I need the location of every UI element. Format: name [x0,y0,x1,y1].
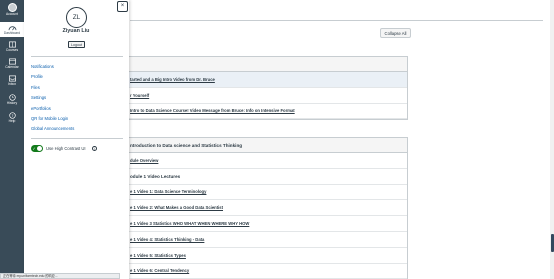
module-item[interactable]: e 1 Video 2: What Makes a Good Data Scie… [119,200,407,217]
tray-link-eportfolios[interactable]: ePortfolios [31,106,51,111]
tray-link-settings[interactable]: Settings [31,95,46,100]
module-item[interactable]: dule Overview [119,153,407,169]
inbox-icon [8,75,16,82]
nav-history-label: History [6,101,18,105]
nav-courses[interactable]: Courses [0,41,24,52]
module-item[interactable]: e 1 Video 4: Statistics Thinking - Data [119,232,407,248]
nav-calendar[interactable]: Calendar [0,58,24,69]
nav-calendar-label: Calendar [5,65,19,69]
nav-dashboard[interactable]: Dashboard [0,22,24,37]
user-circle-icon [7,3,17,12]
calendar-icon [8,58,16,65]
collapse-all-button[interactable]: Collapse All [380,28,411,38]
module-item[interactable]: e 1 Video 5: Statistics Types [119,248,407,264]
clock-icon [8,94,16,101]
global-nav: Account Dashboard Courses Calendar Inbox… [0,0,24,279]
page-divider [130,20,543,21]
toggle-knob [37,146,42,151]
help-icon: ? [8,112,16,119]
nav-inbox[interactable]: Inbox [0,75,24,86]
book-icon [8,41,16,48]
module-item[interactable]: e 1 Video 6: Central Tendency [119,264,407,279]
nav-inbox-label: Inbox [7,82,17,86]
avatar: ZL [66,7,87,28]
module-intro-data-science: ntroduction to Data science and Statisti… [118,137,408,279]
module-getting-started: tarted and a Big Intro Video from Dr. Br… [118,56,408,121]
tray-link-global-announcements[interactable]: Global Announcements [31,126,74,131]
module-item[interactable]: e 1 Video 3 Statistics WHO WHAT WHEN WHE… [119,216,407,232]
nav-help-label: Help [8,119,16,123]
tray-divider [31,56,123,57]
check-icon: ✓ [32,145,36,151]
tray-link-profile[interactable]: Profile [31,74,43,79]
browser-status-bar: 正在等待 my.uniformtech.edu 的响应... [0,273,120,279]
tray-link-files[interactable]: Files [31,85,40,90]
module-header[interactable]: ntroduction to Data science and Statisti… [119,138,407,153]
module-header[interactable] [119,57,407,72]
high-contrast-label: Use High Contrast UI [46,146,86,151]
module-item[interactable]: Intro to Data Science Course! Video Mess… [119,104,407,120]
close-icon: × [120,3,125,9]
user-name: Ziyuan Liu [62,28,90,34]
nav-account-label: Account [6,12,18,16]
tray-link-notifications[interactable]: Notifications [31,64,54,69]
page-scrollbar[interactable] [550,0,554,279]
svg-text:?: ? [11,114,13,118]
nav-dashboard-label: Dashboard [3,31,21,35]
nav-help[interactable]: ? Help [0,112,24,123]
module-item[interactable]: tarted and a Big Intro Video from Dr. Br… [119,72,407,88]
dashboard-icon [8,26,16,31]
nav-history[interactable]: History [0,94,24,105]
close-tray-button[interactable]: × [117,1,128,12]
high-contrast-toggle[interactable]: ✓ [31,145,43,152]
module-item[interactable]: e 1 Video 1: Data Science Terminology [119,185,407,201]
module-item[interactable]: r Yourself [119,88,407,104]
info-icon[interactable]: i [92,146,97,151]
module-subheader: odule 1 Video Lectures [119,169,407,185]
nav-courses-label: Courses [5,48,19,52]
tray-link-qr-login[interactable]: QR for Mobile Login [31,116,68,121]
nav-account[interactable]: Account [0,3,24,16]
logout-button[interactable]: Logout [68,41,85,48]
tray-divider [31,138,123,139]
